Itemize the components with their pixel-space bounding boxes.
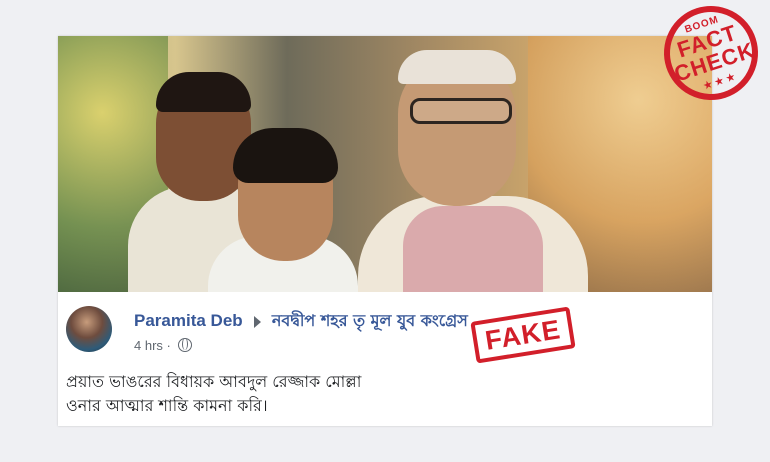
- post-photo[interactable]: [58, 36, 712, 292]
- meta-separator: ·: [166, 338, 171, 353]
- author-avatar[interactable]: [66, 306, 112, 352]
- group-name-link[interactable]: নবদ্বীপ শহর তৃ মূল যুব কংগ্রেস: [272, 311, 468, 330]
- author-name-link[interactable]: Paramita Deb: [134, 311, 243, 330]
- person-right-hair: [398, 50, 516, 84]
- person-left-hair: [156, 72, 251, 112]
- post-meta: 4 hrs ·: [134, 338, 192, 354]
- globe-icon[interactable]: [177, 338, 192, 352]
- facebook-post-card: Paramita Deb নবদ্বীপ শহর তৃ মূল যুব কংগ্…: [58, 36, 712, 426]
- post-text-line-2: ওনার আত্মার শান্তি কামনা করি।: [66, 396, 268, 415]
- post-text-line-1: প্রয়াত ভাঙরের বিধায়ক আবদুল রেজ্জাক মোল…: [66, 372, 362, 391]
- person-right-scarf: [403, 206, 543, 292]
- fake-stamp: FAKE: [470, 306, 576, 364]
- arrow-right-icon: [253, 315, 261, 328]
- post-timestamp[interactable]: 4 hrs: [134, 338, 163, 353]
- person-right-glasses: [410, 98, 512, 124]
- post-header: Paramita Deb নবদ্বীপ শহর তৃ মূল যুব কংগ্…: [134, 308, 468, 330]
- post-text: প্রয়াত ভাঙরের বিধায়ক আবদুল রেজ্জাক মোল…: [66, 370, 706, 418]
- person-middle-hair: [233, 128, 338, 183]
